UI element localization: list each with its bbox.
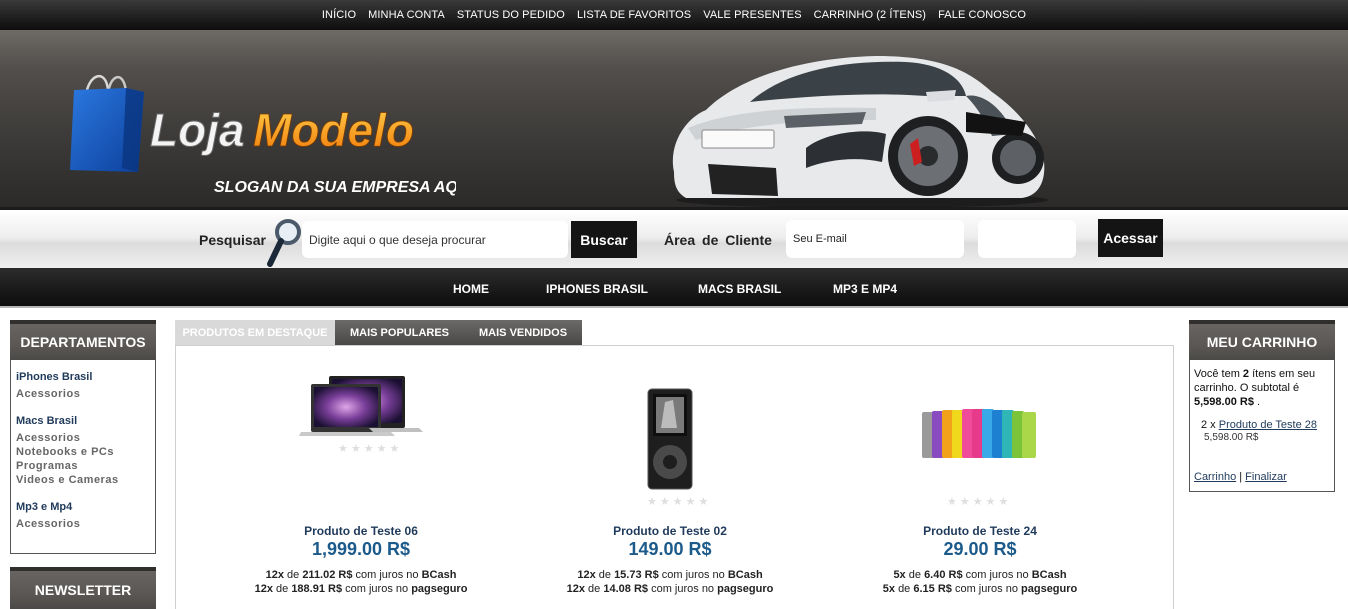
client-area-label: Área de Cliente [664, 232, 772, 248]
nav-macs-brasil[interactable]: MACS BRASIL [698, 282, 781, 296]
product-price: 29.00 R$ [943, 539, 1017, 559]
star-icon: ★ [972, 496, 983, 508]
cart-link[interactable]: Carrinho [1194, 471, 1236, 483]
nav-home[interactable]: HOME [453, 282, 489, 296]
password-field[interactable] [978, 220, 1076, 258]
tab-mais-populares[interactable]: MAIS POPULARES [335, 320, 465, 345]
star-icon: ★ [947, 496, 957, 508]
star-icon: ★ [363, 443, 374, 455]
star-icon: ★ [985, 496, 996, 508]
rating-stars: ★ ★ ★ ★ ★ [947, 497, 1008, 508]
search-button[interactable]: Buscar [571, 221, 637, 258]
top-link-status-pedido[interactable]: STATUS DO PEDIDO [457, 9, 565, 21]
star-icon: ★ [698, 496, 709, 508]
product-card: ★ ★ ★ ★ ★ Produto de Teste 02 149.00 R$ 12x … [515, 346, 825, 609]
star-icon: ★ [959, 496, 970, 508]
product-price: 1,999.00 R$ [311, 539, 411, 559]
subcategory-acessorios[interactable]: Acessorios [16, 517, 150, 531]
top-link-carrinho[interactable]: CARRINHO (2 ÍTENS) [814, 9, 926, 21]
ipod-nano-image[interactable] [647, 388, 693, 490]
svg-text:Modelo: Modelo [253, 104, 414, 156]
magnifier-icon [267, 219, 301, 267]
category-macs-brasil[interactable]: Macs Brasil [16, 415, 150, 427]
installment-pagseguro: 5x de 6.15 R$ com juros no pagseguro [882, 583, 1078, 595]
product-tabs: PRODUTOS EM DESTAQUE MAIS POPULARES MAIS… [175, 320, 583, 345]
product-grid: ★ ★ ★ ★ ★ Produto de Teste 06 1,999.00 R$ 12… [175, 345, 1174, 609]
star-icon: ★ [647, 496, 657, 508]
tab-mais-vendidos[interactable]: MAIS VENDIDOS [464, 320, 583, 345]
subcategory-acessorios[interactable]: Acessorios [16, 387, 150, 401]
star-icon: ★ [350, 443, 361, 455]
top-link-fale-conosco[interactable]: FALE CONOSCO [938, 9, 1026, 21]
installment-bcash: 12x de 211.02 R$ com juros no BCash [265, 569, 457, 581]
subcategory-acessorios[interactable]: Acessorios [16, 431, 150, 445]
star-icon: ★ [389, 443, 400, 455]
subcategory-programas[interactable]: Programas [16, 459, 150, 473]
cart-actions: Carrinho | Finalizar [1194, 471, 1287, 483]
sports-car-image [672, 56, 1048, 208]
star-icon: ★ [659, 496, 670, 508]
checkout-link[interactable]: Finalizar [1245, 471, 1287, 483]
subcategory-notebooks-pcs[interactable]: Notebooks e PCs [16, 445, 150, 459]
installment-pagseguro: 12x de 188.91 R$ com juros no pagseguro [254, 583, 468, 595]
star-icon: ★ [672, 496, 683, 508]
newsletter-title: NEWSLETTER [10, 567, 156, 609]
top-link-minha-conta[interactable]: MINHA CONTA [368, 9, 445, 21]
cart-item: 2 x Produto de Teste 28 [1201, 419, 1318, 431]
cart-item-price: 5,598.00 R$ [1204, 432, 1259, 443]
top-link-favoritos[interactable]: LISTA DE FAVORITOS [577, 9, 691, 21]
nav-mp3-mp4[interactable]: MP3 E MP4 [833, 282, 897, 296]
search-label: Pesquisar [199, 232, 266, 248]
star-icon: ★ [376, 443, 387, 455]
product-name[interactable]: Produto de Teste 02 [515, 524, 825, 538]
product-card: ★ ★ ★ ★ ★ Produto de Teste 24 29.00 R$ 5x de… [825, 346, 1135, 609]
tab-produtos-destaque[interactable]: PRODUTOS EM DESTAQUE [175, 320, 335, 345]
site-header: Loja Modelo SLOGAN DA SUA EMPRESA AQUI [0, 30, 1348, 210]
colored-socks-image[interactable] [920, 408, 1040, 460]
departments-box: iPhones Brasil Acessorios Macs Brasil Ac… [10, 360, 156, 554]
top-link-vale-presentes[interactable]: VALE PRESENTES [703, 9, 801, 21]
cart-item-link[interactable]: Produto de Teste 28 [1219, 419, 1317, 431]
star-icon: ★ [998, 496, 1009, 508]
cart-summary: Você tem 2 ítens em seu carrinho. O subt… [1194, 368, 1316, 408]
subcategory-videos-cameras[interactable]: Videos e Cameras [16, 473, 150, 487]
product-price: 149.00 R$ [628, 539, 712, 559]
login-button[interactable]: Acessar [1098, 219, 1163, 257]
top-link-inicio[interactable]: INÍCIO [322, 9, 356, 21]
email-field[interactable] [786, 220, 964, 258]
shopping-bag-icon [70, 75, 144, 172]
product-name[interactable]: Produto de Teste 06 [206, 524, 516, 538]
nav-iphones-brasil[interactable]: IPHONES BRASIL [546, 282, 648, 296]
svg-text:SLOGAN DA SUA EMPRESA AQUI: SLOGAN DA SUA EMPRESA AQUI [214, 179, 456, 196]
installment-pagseguro: 12x de 14.08 R$ com juros no pagseguro [566, 583, 774, 595]
departments-title: DEPARTAMENTOS [10, 320, 156, 360]
installment-bcash: 5x de 6.40 R$ com juros no BCash [893, 569, 1067, 581]
rating-stars: ★ ★ ★ ★ ★ [647, 497, 708, 508]
installment-bcash: 12x de 15.73 R$ com juros no BCash [577, 569, 763, 581]
top-menu: INÍCIO MINHA CONTA STATUS DO PEDIDO LIST… [0, 0, 1348, 30]
svg-text:Loja: Loja [150, 104, 245, 156]
product-card: ★ ★ ★ ★ ★ Produto de Teste 06 1,999.00 R$ 12… [206, 346, 516, 609]
category-mp3-mp4[interactable]: Mp3 e Mp4 [16, 501, 150, 513]
product-name[interactable]: Produto de Teste 24 [825, 524, 1135, 538]
star-icon: ★ [338, 443, 348, 455]
search-input[interactable] [302, 221, 568, 258]
macbook-image[interactable] [299, 374, 425, 440]
cart-box: Você tem 2 ítens em seu carrinho. O subt… [1189, 360, 1335, 492]
rating-stars: ★ ★ ★ ★ ★ [338, 444, 399, 455]
cart-title: MEU CARRINHO [1189, 320, 1335, 360]
search-bar: Pesquisar Buscar Área de Cliente Acessar [0, 213, 1348, 268]
store-logo[interactable]: Loja Modelo SLOGAN DA SUA EMPRESA AQUI [66, 68, 456, 208]
main-nav: HOME IPHONES BRASIL MACS BRASIL MP3 E MP… [0, 268, 1348, 308]
star-icon: ★ [685, 496, 696, 508]
category-iphones-brasil[interactable]: iPhones Brasil [16, 371, 150, 383]
